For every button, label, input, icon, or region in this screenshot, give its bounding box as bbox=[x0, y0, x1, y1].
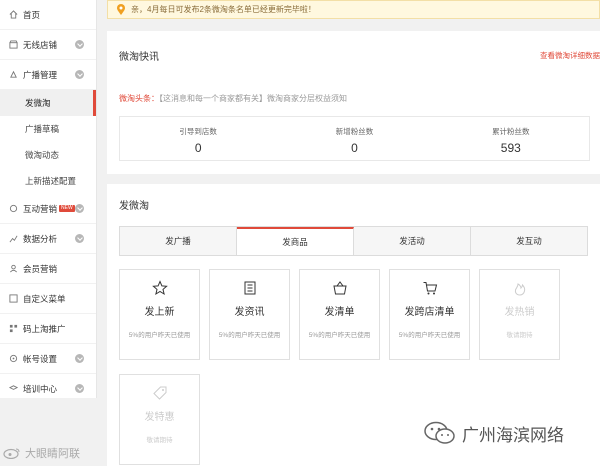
chevron-down-icon[interactable] bbox=[75, 204, 84, 213]
member-icon bbox=[9, 264, 18, 273]
stat-value: 593 bbox=[500, 141, 521, 155]
headline-text[interactable]: 【这消息和每一个商家都有关】微淘商家分层权益须知 bbox=[159, 94, 347, 103]
sidebar-item-label: 帐号设置 bbox=[23, 353, 58, 364]
watermark-right-text: 广州海滨网络 bbox=[462, 425, 564, 446]
card-post-cross-store-list[interactable]: 发跨店清单 5%的用户昨天已使用 bbox=[389, 269, 470, 360]
stat-guide-to-store: 引导到店数 0 bbox=[120, 117, 276, 160]
card-title: 发特惠 bbox=[144, 412, 175, 423]
notice-bar: 亲，4月每日可发布2条微淘条名单已经更新完毕啦！ bbox=[107, 0, 600, 19]
chevron-down-icon[interactable] bbox=[75, 384, 84, 393]
card-subtitle: 5%的用户昨天已使用 bbox=[308, 332, 371, 339]
tab-interaction[interactable]: 发互动 bbox=[471, 227, 587, 255]
chevron-down-icon[interactable] bbox=[75, 40, 84, 49]
new-badge: NEW bbox=[59, 205, 75, 212]
wechat-logo-icon bbox=[424, 421, 455, 444]
location-pin-icon bbox=[117, 3, 125, 15]
sidebar-item-member-marketing[interactable]: 会员营销 bbox=[0, 254, 96, 284]
stat-label: 引导到店数 bbox=[179, 127, 217, 136]
chevron-down-icon[interactable] bbox=[75, 70, 84, 79]
home-icon bbox=[9, 10, 18, 19]
training-icon bbox=[9, 384, 18, 393]
sidebar-item-label: 互动营销 bbox=[23, 203, 58, 214]
sidebar-item-qr-promotion[interactable]: 码上淘推广 bbox=[0, 314, 96, 344]
sidebar-item-custom-menu[interactable]: 自定义菜单 bbox=[0, 284, 96, 314]
fire-icon bbox=[514, 283, 525, 296]
card-post-special-offer: 发特惠 敬请期待 bbox=[119, 374, 200, 465]
stat-value: 0 bbox=[351, 141, 358, 155]
card-subtitle: 5%的用户昨天已使用 bbox=[128, 332, 191, 339]
post-tabs: 发广播 发商品 发活动 发互动 bbox=[119, 226, 588, 256]
stat-total-fans: 累计粉丝数 593 bbox=[433, 117, 589, 160]
notice-text: 亲，4月每日可发布2条微淘条名单已经更新完毕啦！ bbox=[131, 5, 316, 14]
card-post-list[interactable]: 发清单 5%的用户昨天已使用 bbox=[299, 269, 380, 360]
card-title: 发跨店清单 bbox=[404, 307, 455, 318]
card-subtitle: 敬请期待 bbox=[146, 437, 173, 444]
stat-label: 新增粉丝数 bbox=[335, 127, 374, 136]
sidebar-subitem-post-weitao[interactable]: 发微淘 bbox=[0, 90, 96, 116]
sidebar-item-label: 会员营销 bbox=[23, 263, 58, 274]
card-post-new[interactable]: 发上新 5%的用户昨天已使用 bbox=[119, 269, 200, 360]
tag-icon bbox=[152, 386, 166, 400]
stat-new-fans: 新增粉丝数 0 bbox=[276, 117, 432, 160]
account-icon bbox=[9, 354, 18, 363]
card-title: 发上新 bbox=[144, 307, 175, 318]
broadcast-icon bbox=[9, 70, 18, 79]
card-subtitle: 5%的用户昨天已使用 bbox=[398, 332, 461, 339]
basket-icon bbox=[332, 281, 347, 295]
watermark-left-text: 大眼睛阿联 bbox=[25, 448, 80, 460]
watermark-left: 大眼睛阿联 bbox=[2, 445, 80, 461]
sidebar-item-data-analysis[interactable]: 数据分析 bbox=[0, 224, 96, 254]
card-title: 发清单 bbox=[324, 307, 355, 318]
sidebar-item-account-settings[interactable]: 帐号设置 bbox=[0, 344, 96, 374]
sidebar-item-label: 码上淘推广 bbox=[23, 323, 66, 334]
weibo-logo-icon bbox=[3, 448, 20, 459]
card-post-hot-sale: 发热销 敬请期待 bbox=[479, 269, 560, 360]
cart-icon bbox=[423, 282, 437, 295]
sidebar-subitem-new-desc-config[interactable]: 上新描述配置 bbox=[0, 168, 96, 194]
tab-product[interactable]: 发商品 bbox=[237, 227, 354, 255]
card-subtitle: 敬请期待 bbox=[506, 332, 533, 339]
chevron-down-icon[interactable] bbox=[75, 354, 84, 363]
star-icon bbox=[151, 280, 168, 296]
sidebar-item-label: 数据分析 bbox=[23, 233, 58, 244]
qrcode-icon bbox=[9, 324, 18, 333]
watermark-right: 广州海滨网络 bbox=[422, 420, 564, 446]
sidebar-item-label: 无线店铺 bbox=[23, 39, 58, 50]
news-icon bbox=[244, 281, 255, 295]
sidebar-subitem-feed[interactable]: 微淘动态 bbox=[0, 142, 96, 168]
sidebar-item-broadcast[interactable]: 广播管理 bbox=[0, 60, 96, 90]
card-subtitle: 5%的用户昨天已使用 bbox=[218, 332, 281, 339]
sidebar-item-label: 自定义菜单 bbox=[23, 293, 66, 304]
card-post-news[interactable]: 发资讯 5%的用户昨天已使用 bbox=[209, 269, 290, 360]
sidebar-item-wireless-store[interactable]: 无线店铺 bbox=[0, 30, 96, 60]
sidebar-item-home[interactable]: 首页 bbox=[0, 0, 96, 30]
sidebar-item-label: 首页 bbox=[23, 9, 41, 20]
interact-icon bbox=[9, 204, 18, 213]
sidebar-subitem-drafts[interactable]: 广播草稿 bbox=[0, 116, 96, 142]
quick-news-title: 微淘快讯 bbox=[119, 52, 159, 63]
view-detail-link[interactable]: 查看微淘详细数据 bbox=[540, 50, 600, 61]
tab-broadcast[interactable]: 发广播 bbox=[120, 227, 237, 255]
stat-label: 累计粉丝数 bbox=[492, 127, 530, 136]
stats-box: 引导到店数 0 新增粉丝数 0 累计粉丝数 593 bbox=[119, 116, 590, 161]
post-title: 发微淘 bbox=[119, 201, 149, 212]
sidebar-item-training-center[interactable]: 培训中心 bbox=[0, 374, 96, 404]
chevron-down-icon[interactable] bbox=[75, 234, 84, 243]
headline-label: 微淘头条： bbox=[119, 94, 159, 103]
stat-value: 0 bbox=[194, 141, 202, 155]
card-title: 发热销 bbox=[504, 307, 535, 318]
tab-activity[interactable]: 发活动 bbox=[354, 227, 471, 255]
store-icon bbox=[9, 40, 18, 49]
card-title: 发资讯 bbox=[234, 307, 265, 318]
sidebar-item-label: 广播管理 bbox=[23, 69, 58, 80]
headline: 微淘头条：【这消息和每一个商家都有关】微淘商家分层权益须知 bbox=[119, 93, 347, 104]
sidebar-item-label: 培训中心 bbox=[23, 383, 58, 394]
data-icon bbox=[9, 234, 18, 243]
sidebar: 首页 无线店铺 广播管理 发微淘 广播草稿 微淘动态 上新描述配置 互动营销 N… bbox=[0, 0, 97, 404]
sidebar-item-interactive-marketing[interactable]: 互动营销 NEW bbox=[0, 194, 96, 224]
menu-icon bbox=[9, 294, 18, 303]
